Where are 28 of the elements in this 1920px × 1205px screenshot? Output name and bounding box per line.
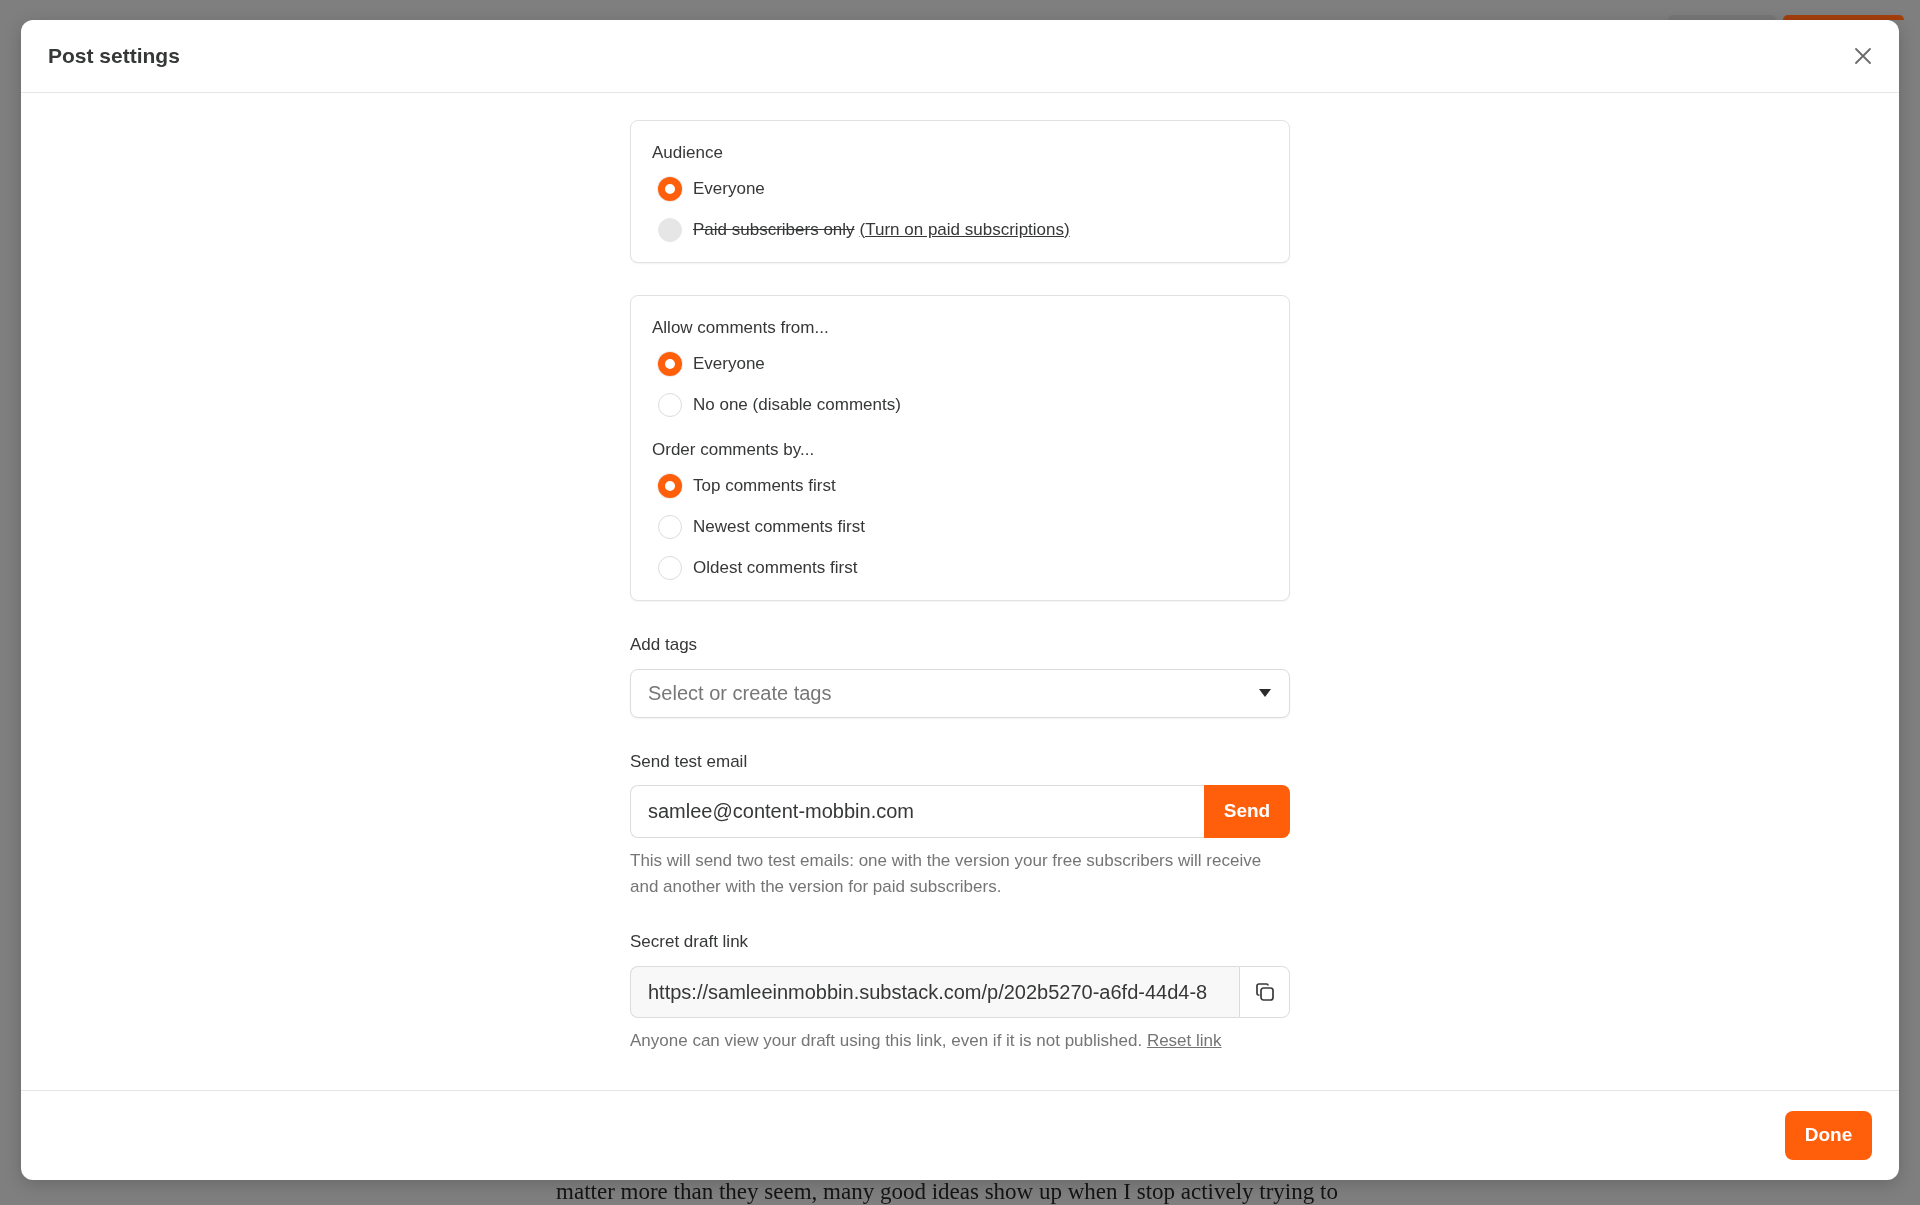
tags-select[interactable]: Select or create tags [630, 669, 1290, 718]
radio-button[interactable] [658, 351, 682, 376]
reset-link[interactable]: Reset link [1146, 1031, 1222, 1050]
email-input[interactable]: samlee@content-mobbin.com [630, 785, 1204, 838]
dialog-title: Post settings [48, 43, 180, 69]
caret-icon [1259, 689, 1271, 697]
field-label: Add tags [630, 634, 699, 656]
section-heading: Allow comments from... [652, 317, 830, 339]
copy-icon [1254, 982, 1275, 1002]
option-label: Everyone [693, 352, 765, 375]
option-label: Oldest comments first [693, 556, 858, 579]
option-label: Paid subscribers only [693, 218, 855, 241]
close-icon [1854, 47, 1872, 65]
option-label: Everyone [693, 177, 765, 200]
option-label: Newest comments first [693, 515, 865, 538]
option-label: No one (disable comments) [693, 393, 901, 416]
article-text: matter more than they seem, many good ideas show up when I stop actively trying to [556, 1181, 1338, 1203]
field-label: Send test email [630, 751, 749, 773]
help-text: This will send two test emails: one with the version your free subscribers will receive and another with the version for paid subscribers. [630, 850, 1263, 898]
radio-button[interactable] [658, 176, 682, 201]
section-heading: Audience [652, 142, 724, 164]
section-heading: Order comments by... [652, 439, 816, 461]
link-input[interactable]: https://samleeinmobbin.substack.com/p/202b5270-a6fd-44d4-8 [630, 966, 1239, 1018]
help-text: Anyone can view your draft using this link, even if it is not published. Reset link [630, 1030, 1223, 1052]
option-label: Top comments first [693, 474, 836, 497]
radio-button[interactable] [658, 473, 682, 498]
field-label: Secret draft link [630, 931, 750, 953]
copy-button[interactable] [1239, 966, 1290, 1018]
